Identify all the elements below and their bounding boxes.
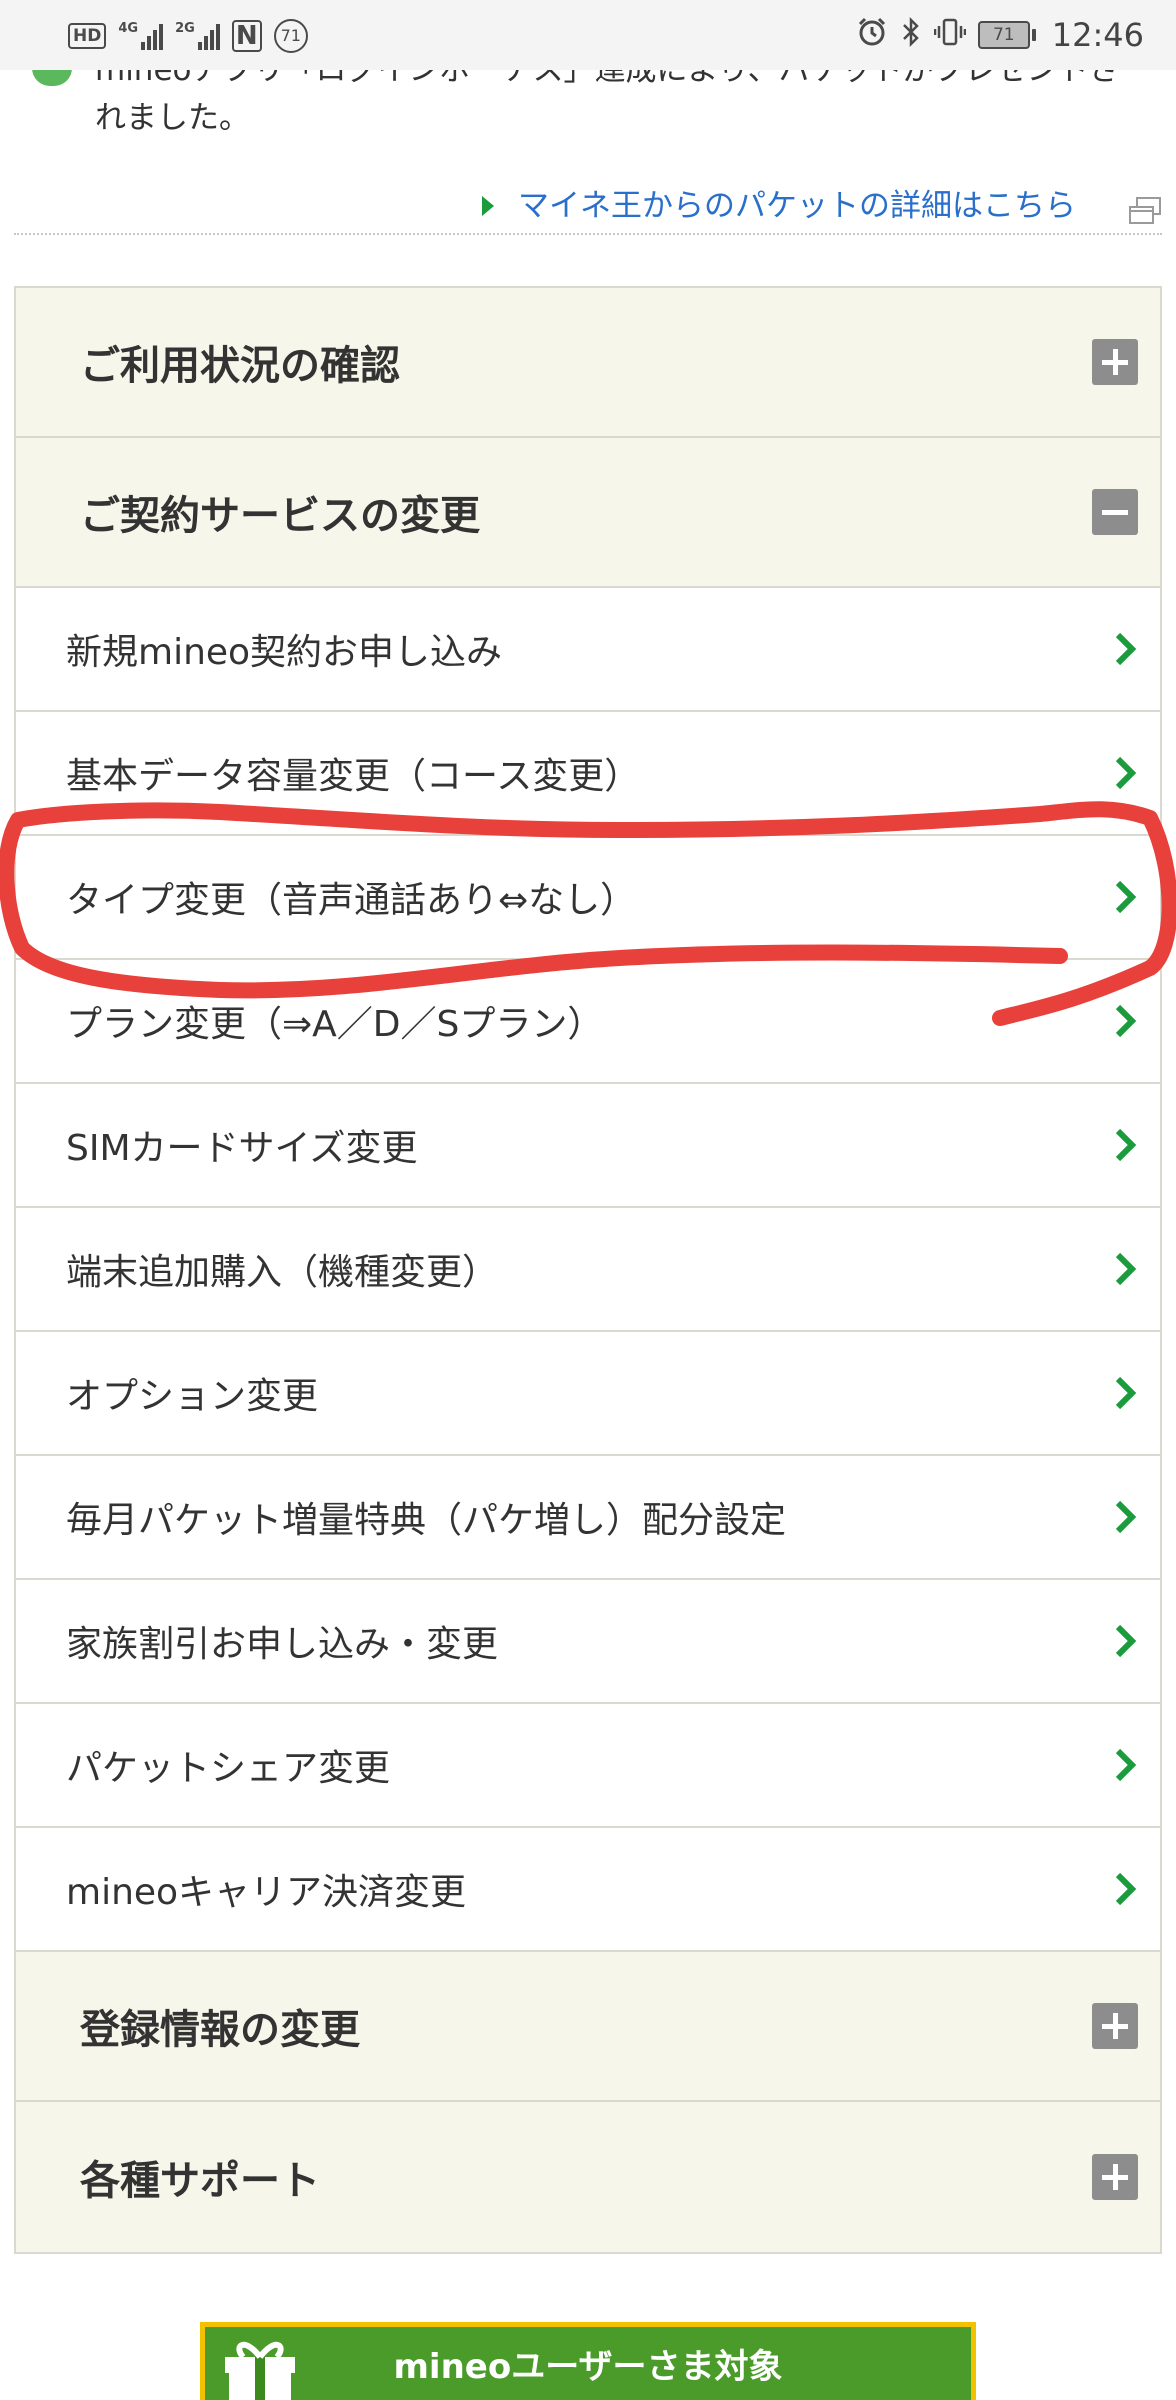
section-registration-title: 登録情報の変更 (80, 2007, 360, 2053)
chevron-right-icon (1110, 1745, 1140, 1785)
menu-item-label: 家族割引お申し込み・変更 (66, 1624, 499, 1665)
section-usage-header[interactable]: ご利用状況の確認 (16, 288, 1160, 438)
chevron-right-icon (1110, 1869, 1140, 1909)
menu-item-label: SIMカードサイズ変更 (66, 1128, 418, 1169)
chevron-right-icon (1110, 629, 1140, 669)
menu-item-label: オプション変更 (66, 1376, 319, 1417)
menu-item-option-change[interactable]: オプション変更 (16, 1332, 1160, 1456)
menu-item-packet-bonus[interactable]: 毎月パケット増量特典（パケ増し）配分設定 (16, 1456, 1160, 1580)
section-contract-header[interactable]: ご契約サービスの変更 (16, 438, 1160, 588)
alarm-icon (856, 16, 888, 54)
menu-item-label: 基本データ容量変更（コース変更） (66, 756, 641, 797)
menu-item-label: パケットシェア変更 (66, 1748, 391, 1789)
chevron-right-icon (1110, 1373, 1140, 1413)
section-registration-header[interactable]: 登録情報の変更 (16, 1952, 1160, 2102)
bluetooth-icon (900, 16, 922, 54)
status-bar: HD 4G 2G N 71 71 12:46 (0, 0, 1176, 70)
menu-item-label: プラン変更（⇒A／D／Sプラン） (66, 1004, 604, 1045)
promo-banner-label: mineoユーザーさま対象 (393, 2347, 783, 2387)
expand-plus-icon[interactable] (1092, 339, 1138, 385)
chevron-right-icon (1110, 1497, 1140, 1537)
battery-icon: 71 (977, 21, 1036, 49)
section-support-header[interactable]: 各種サポート (16, 2102, 1160, 2252)
notice-text-line1: mineoアプリ「ログインボーナス」達成により、パケットがプレゼントさ (95, 70, 1120, 88)
chevron-right-icon (1110, 753, 1140, 793)
expand-plus-icon[interactable] (1092, 2003, 1138, 2049)
menu-item-device-purchase[interactable]: 端末追加購入（機種変更） (16, 1208, 1160, 1332)
section-usage-title: ご利用状況の確認 (80, 343, 400, 389)
menu-item-label: mineoキャリア決済変更 (66, 1872, 467, 1913)
collapse-minus-icon[interactable] (1092, 489, 1138, 535)
packet-details-link-label[interactable]: マイネ王からのパケットの詳細はこちら (518, 186, 1076, 226)
menu-item-label: 毎月パケット増量特典（パケ増し）配分設定 (66, 1500, 787, 1541)
section-support-title: 各種サポート (80, 2158, 320, 2204)
chevron-right-icon (1110, 1621, 1140, 1661)
divider (14, 233, 1162, 235)
expand-plus-icon[interactable] (1092, 2154, 1138, 2200)
menu-item-type-change[interactable]: タイプ変更（音声通話あり⇔なし） (16, 836, 1160, 960)
chevron-right-icon (1110, 1125, 1140, 1165)
menu-item-data-capacity[interactable]: 基本データ容量変更（コース変更） (16, 712, 1160, 836)
notification-count-icon: 71 (273, 19, 308, 53)
menu-item-new-contract[interactable]: 新規mineo契約お申し込み (16, 588, 1160, 712)
packet-details-link[interactable]: マイネ王からのパケットの詳細はこちら (0, 180, 1176, 240)
chevron-right-icon (1110, 1249, 1140, 1289)
menu-item-family-discount[interactable]: 家族割引お申し込み・変更 (16, 1580, 1160, 1704)
mypage-menu: ご利用状況の確認 ご契約サービスの変更 新規mineo契約お申し込み 基本データ… (14, 286, 1162, 2254)
menu-item-sim-size[interactable]: SIMカードサイズ変更 (16, 1084, 1160, 1208)
promo-banner[interactable]: mineoユーザーさま対象 (200, 2322, 976, 2400)
status-bar-right: 71 12:46 (856, 12, 1144, 58)
menu-item-carrier-payment[interactable]: mineoキャリア決済変更 (16, 1828, 1160, 1952)
menu-item-label: 端末追加購入（機種変更） (66, 1252, 499, 1293)
notice-text-line2: れました。 (95, 100, 250, 136)
menu-item-plan-change[interactable]: プラン変更（⇒A／D／Sプラン） (16, 960, 1160, 1084)
menu-item-packet-share[interactable]: パケットシェア変更 (16, 1704, 1160, 1828)
chevron-right-icon (1110, 877, 1140, 917)
chevron-right-icon (1110, 1001, 1140, 1041)
new-window-icon (1128, 196, 1162, 226)
signal-4g-icon: 4G (118, 22, 164, 50)
vibrate-icon (933, 16, 967, 54)
triangle-right-icon (482, 196, 494, 216)
section-contract-title: ご契約サービスの変更 (80, 493, 480, 539)
menu-item-label: タイプ変更（音声通話あり⇔なし） (66, 880, 637, 921)
hd-voice-icon: HD (68, 23, 107, 49)
clock: 12:46 (1051, 16, 1144, 54)
signal-2g-icon: 2G (175, 22, 220, 50)
menu-item-label: 新規mineo契約お申し込み (66, 632, 503, 673)
nfc-icon: N (231, 20, 262, 52)
status-bar-left: HD 4G 2G N 71 (68, 16, 308, 56)
